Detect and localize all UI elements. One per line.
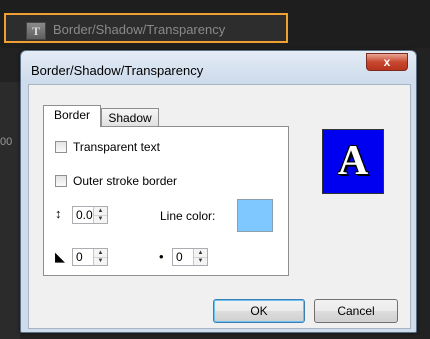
border-tab-panel: Transparent text Outer stroke border ↕ 0… (43, 126, 289, 276)
dialog-title: Border/Shadow/Transparency (31, 63, 204, 78)
blur-stepper[interactable]: 0 ▲ ▼ (172, 248, 208, 266)
dialog-client-area: Border Shadow Transparent text Outer str… (28, 84, 411, 329)
stroke-width-spin-buttons: ▲ ▼ (93, 207, 107, 223)
line-color-label: Line color: (160, 209, 216, 223)
dot-icon: • (159, 249, 164, 264)
timeline-ruler-text: 00 (0, 136, 13, 148)
timeline-strip (0, 82, 20, 339)
blur-spin-buttons: ▲ ▼ (193, 249, 207, 265)
transparent-text-checkbox[interactable] (55, 141, 67, 153)
toolbar-button-label: Border/Shadow/Transparency (53, 22, 226, 37)
line-spacing-icon: ↕ (55, 206, 62, 221)
outer-stroke-checkbox[interactable] (55, 175, 67, 187)
spin-down-icon[interactable]: ▼ (94, 215, 107, 223)
spin-down-icon[interactable]: ▼ (194, 257, 207, 265)
tab-shadow[interactable]: Shadow (101, 108, 159, 128)
text-preview: A (322, 129, 384, 194)
outer-stroke-label: Outer stroke border (73, 174, 178, 188)
blur-value: 0 (176, 250, 183, 264)
feather-spin-buttons: ▲ ▼ (93, 249, 107, 265)
stroke-width-value: 0.0 (76, 208, 93, 222)
corner-icon: ◣ (55, 249, 65, 264)
close-icon: x (383, 55, 391, 69)
stroke-width-stepper[interactable]: 0.0 ▲ ▼ (72, 206, 108, 224)
cancel-button[interactable]: Cancel (314, 299, 398, 323)
text-tool-icon: T (26, 22, 46, 40)
ok-button[interactable]: OK (213, 299, 305, 323)
close-button[interactable]: x (366, 53, 408, 71)
feather-value: 0 (76, 250, 83, 264)
border-shadow-dialog: Border/Shadow/Transparency x Border Shad… (20, 50, 417, 333)
transparent-text-label: Transparent text (73, 140, 160, 154)
feather-stepper[interactable]: 0 ▲ ▼ (72, 248, 108, 266)
tab-border[interactable]: Border (43, 105, 101, 127)
border-shadow-toolbar-button[interactable]: T Border/Shadow/Transparency (4, 13, 288, 43)
line-color-swatch[interactable] (237, 199, 273, 232)
spin-down-icon[interactable]: ▼ (94, 257, 107, 265)
